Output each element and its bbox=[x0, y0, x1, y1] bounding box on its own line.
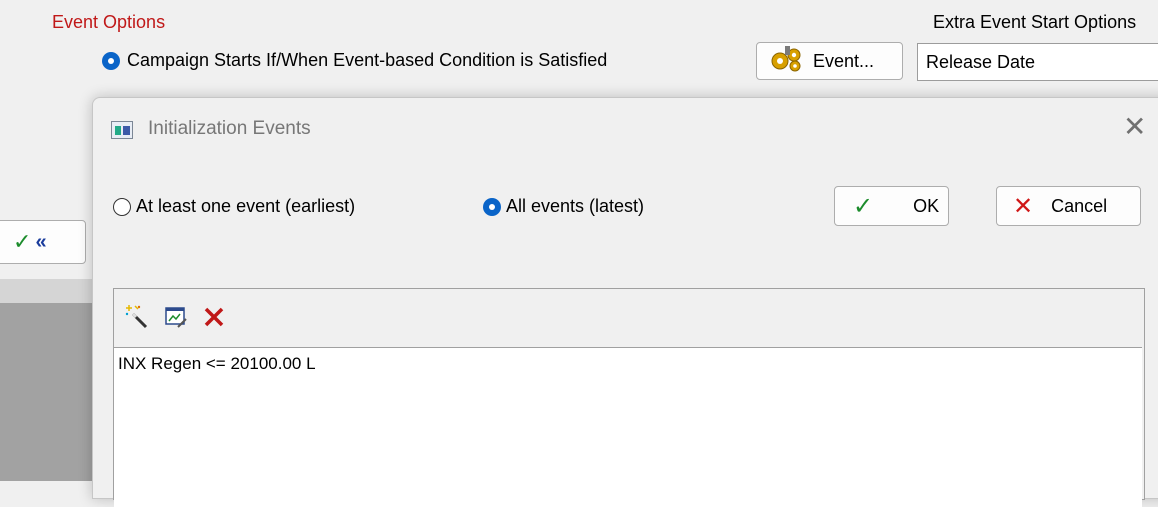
extra-event-start-options-label: Extra Event Start Options bbox=[933, 12, 1137, 32]
at-least-one-event-radio[interactable]: At least one event (earliest) bbox=[113, 196, 355, 217]
campaign-event-radio-label: Campaign Starts If/When Event-based Cond… bbox=[127, 50, 608, 70]
magic-wand-icon[interactable] bbox=[124, 304, 150, 335]
delete-condition-icon[interactable] bbox=[202, 305, 226, 334]
accept-back-button[interactable]: ✓ « bbox=[0, 220, 86, 264]
app-window-icon bbox=[111, 121, 133, 139]
event-button-label: Event... bbox=[813, 50, 875, 71]
ok-button[interactable]: ✓ OK bbox=[834, 186, 949, 226]
radio-unselected-indicator[interactable] bbox=[113, 197, 131, 216]
event-options-title: Event Options bbox=[52, 12, 166, 32]
release-date-field[interactable]: Release Date bbox=[917, 43, 1158, 81]
all-events-label: All events (latest) bbox=[506, 196, 645, 216]
checkmark-icon: ✓ bbox=[853, 192, 874, 220]
radio-selected-indicator[interactable] bbox=[102, 51, 120, 70]
cancel-button[interactable]: ✕ Cancel bbox=[996, 186, 1141, 226]
all-events-radio[interactable]: All events (latest) bbox=[483, 196, 644, 217]
initialization-events-dialog: Initialization Events ✕ At least one eve… bbox=[92, 97, 1158, 507]
left-gray-panel bbox=[0, 303, 92, 481]
left-panel-header bbox=[0, 279, 92, 303]
radio-selected-indicator[interactable] bbox=[483, 197, 501, 216]
conditions-toolbar bbox=[124, 299, 240, 339]
cancel-button-label: Cancel bbox=[1051, 195, 1108, 216]
ok-button-label: OK bbox=[913, 195, 940, 216]
cancel-x-icon: ✕ bbox=[1013, 192, 1034, 220]
campaign-event-radio[interactable]: Campaign Starts If/When Event-based Cond… bbox=[102, 50, 607, 71]
event-gears-icon bbox=[769, 45, 805, 77]
condition-row[interactable]: INX Regen <= 20100.00 L bbox=[118, 354, 316, 374]
back-chevron-icon: « bbox=[35, 230, 47, 253]
edit-condition-icon[interactable] bbox=[164, 305, 188, 334]
dialog-title: Initialization Events bbox=[148, 118, 311, 139]
conditions-list[interactable]: INX Regen <= 20100.00 L bbox=[114, 347, 1142, 507]
event-button[interactable]: Event... bbox=[756, 42, 903, 80]
checkmark-icon: ✓ bbox=[13, 229, 32, 254]
at-least-one-event-label: At least one event (earliest) bbox=[136, 196, 356, 216]
close-icon[interactable]: ✕ bbox=[1123, 113, 1146, 141]
conditions-panel: INX Regen <= 20100.00 L bbox=[113, 288, 1145, 507]
